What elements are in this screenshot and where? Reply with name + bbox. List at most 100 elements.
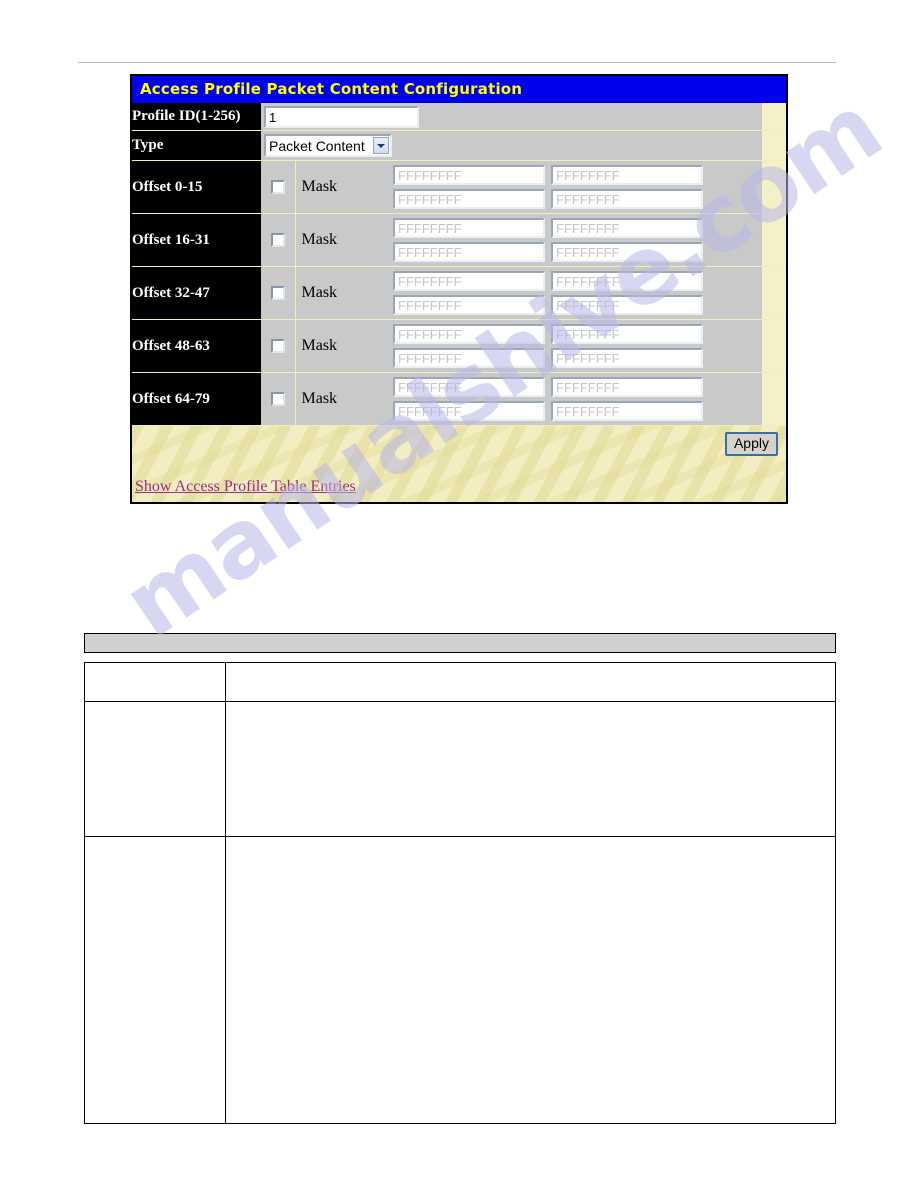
description-text-cell — [225, 701, 836, 837]
mask-hex-input[interactable] — [551, 348, 703, 368]
mask-input-line — [393, 324, 762, 344]
description-column-header — [225, 662, 836, 702]
mask-input-line — [393, 348, 762, 368]
row-edge-spacer — [762, 319, 787, 373]
mask-label: Mask — [295, 319, 390, 373]
type-select[interactable]: Packet Content — [264, 134, 392, 157]
offset-enable-checkbox[interactable] — [270, 180, 285, 195]
mask-hex-input[interactable] — [551, 189, 703, 209]
description-parameter-cell — [84, 701, 226, 837]
mask-label: Mask — [295, 266, 390, 320]
panel-footer: Apply Show Access Profile Table Entries — [132, 426, 786, 502]
description-table-header-bar — [84, 633, 836, 653]
type-cell: Packet Content — [261, 130, 763, 161]
mask-hex-input[interactable] — [393, 401, 545, 421]
mask-hex-input[interactable] — [551, 218, 703, 238]
mask-hex-input[interactable] — [551, 377, 703, 397]
mask-input-line — [393, 165, 762, 185]
mask-input-line — [393, 377, 762, 397]
description-table-header-row — [84, 662, 836, 702]
offset-enable-cell — [261, 213, 296, 267]
mask-hex-input[interactable] — [393, 218, 545, 238]
panel-title: Access Profile Packet Content Configurat… — [132, 76, 786, 103]
row-edge-spacer — [762, 103, 787, 131]
row-edge-spacer — [762, 372, 787, 426]
offset-row: Offset 0-15 Mask — [132, 160, 787, 214]
mask-label: Mask — [295, 372, 390, 426]
mask-hex-input[interactable] — [551, 324, 703, 344]
type-select-wrap: Packet Content — [264, 134, 392, 157]
mask-label: Mask — [295, 213, 390, 267]
mask-input-group — [393, 373, 762, 425]
offset-label: Offset 16-31 — [132, 213, 261, 267]
mask-input-group — [393, 320, 762, 372]
mask-input-group — [393, 161, 762, 213]
offset-label: Offset 64-79 — [132, 372, 261, 426]
mask-hex-input[interactable] — [393, 189, 545, 209]
description-table-body — [84, 662, 836, 1124]
mask-inputs-cell — [390, 213, 763, 267]
profile-id-input[interactable] — [264, 106, 419, 128]
config-table: Profile ID(1-256) Type Packet Content — [132, 103, 787, 426]
offset-enable-checkbox[interactable] — [270, 392, 285, 407]
mask-inputs-cell — [390, 319, 763, 373]
profile-id-row: Profile ID(1-256) — [132, 103, 787, 131]
offset-enable-checkbox[interactable] — [270, 339, 285, 354]
offset-enable-checkbox[interactable] — [270, 286, 285, 301]
mask-input-line — [393, 218, 762, 238]
mask-input-group — [393, 267, 762, 319]
mask-inputs-cell — [390, 160, 763, 214]
mask-inputs-cell — [390, 372, 763, 426]
offset-row: Offset 16-31 Mask — [132, 213, 787, 267]
row-edge-spacer — [762, 213, 787, 267]
offset-enable-cell — [261, 372, 296, 426]
offset-enable-checkbox[interactable] — [270, 233, 285, 248]
mask-hex-input[interactable] — [393, 348, 545, 368]
offset-row: Offset 64-79 Mask — [132, 372, 787, 426]
mask-label: Mask — [295, 160, 390, 214]
description-column-header — [84, 662, 226, 702]
mask-hex-input[interactable] — [551, 295, 703, 315]
mask-hex-input[interactable] — [551, 271, 703, 291]
mask-input-group — [393, 214, 762, 266]
mask-input-line — [393, 401, 762, 421]
mask-hex-input[interactable] — [393, 295, 545, 315]
mask-hex-input[interactable] — [393, 165, 545, 185]
header-divider — [78, 62, 836, 63]
profile-id-label: Profile ID(1-256) — [132, 103, 261, 131]
description-table-row — [84, 836, 836, 1124]
mask-inputs-cell — [390, 266, 763, 320]
show-access-profile-table-entries-link[interactable]: Show Access Profile Table Entries — [135, 478, 356, 496]
offset-label: Offset 48-63 — [132, 319, 261, 373]
apply-button[interactable]: Apply — [724, 432, 778, 457]
offset-label: Offset 32-47 — [132, 266, 261, 320]
offset-enable-cell — [261, 160, 296, 214]
mask-hex-input[interactable] — [393, 271, 545, 291]
mask-hex-input[interactable] — [551, 242, 703, 262]
mask-input-line — [393, 295, 762, 315]
row-edge-spacer — [762, 130, 787, 161]
offset-enable-cell — [261, 266, 296, 320]
offset-row: Offset 48-63 Mask — [132, 319, 787, 373]
description-table — [84, 662, 836, 1124]
profile-id-cell — [261, 103, 763, 131]
row-edge-spacer — [762, 266, 787, 320]
mask-hex-input[interactable] — [551, 165, 703, 185]
mask-input-line — [393, 189, 762, 209]
mask-hex-input[interactable] — [393, 377, 545, 397]
mask-hex-input[interactable] — [393, 324, 545, 344]
mask-input-line — [393, 271, 762, 291]
type-row: Type Packet Content — [132, 130, 787, 161]
mask-hex-input[interactable] — [393, 242, 545, 262]
access-profile-packet-content-panel: Access Profile Packet Content Configurat… — [130, 74, 788, 504]
offset-row: Offset 32-47 Mask — [132, 266, 787, 320]
offset-enable-cell — [261, 319, 296, 373]
description-parameter-cell — [84, 836, 226, 1124]
description-text-cell — [225, 836, 836, 1124]
type-label: Type — [132, 130, 261, 161]
description-table-row — [84, 701, 836, 837]
mask-input-line — [393, 242, 762, 262]
row-edge-spacer — [762, 160, 787, 214]
offset-label: Offset 0-15 — [132, 160, 261, 214]
mask-hex-input[interactable] — [551, 401, 703, 421]
